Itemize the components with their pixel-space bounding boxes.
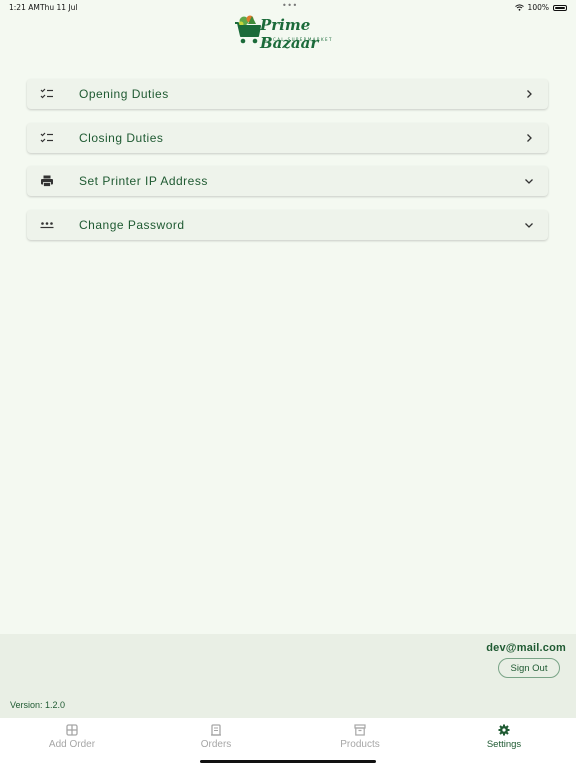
add-order-icon <box>66 724 78 736</box>
status-time: 1:21 AM <box>9 3 40 12</box>
tab-orders[interactable]: Orders <box>144 718 288 758</box>
menu-label: Closing Duties <box>79 131 164 145</box>
chevron-right-icon <box>527 90 532 98</box>
status-right: 100% <box>514 3 567 12</box>
battery-icon <box>553 4 567 11</box>
status-bar: 1:21 AM Thu 11 Jul ••• 100% <box>0 0 576 14</box>
menu-label: Opening Duties <box>79 87 169 101</box>
tab-label: Orders <box>200 739 232 750</box>
app-logo: Prime Bazaar LOCAL SUPERMARKET <box>232 14 344 52</box>
tab-products[interactable]: Products <box>288 718 432 758</box>
tab-label: Products <box>340 739 380 750</box>
menu-closing-duties[interactable]: Closing Duties <box>27 123 548 153</box>
chevron-down-icon <box>525 179 533 184</box>
chevron-right-icon <box>527 134 532 142</box>
tab-label: Settings <box>486 739 522 750</box>
multitasking-dots[interactable]: ••• <box>282 1 298 10</box>
wifi-icon <box>514 4 524 11</box>
printer-icon <box>41 175 53 187</box>
user-email: dev@mail.com <box>486 642 566 654</box>
menu-label: Change Password <box>79 218 185 232</box>
checklist-icon <box>40 88 53 99</box>
menu-set-printer-ip[interactable]: Set Printer IP Address <box>27 166 548 196</box>
products-icon <box>354 724 366 736</box>
menu-opening-duties[interactable]: Opening Duties <box>27 79 548 109</box>
password-icon <box>40 222 54 229</box>
orders-icon <box>211 724 221 736</box>
sign-out-button[interactable]: Sign Out <box>498 658 560 678</box>
home-indicator[interactable] <box>200 760 376 763</box>
tab-label: Add Order <box>48 739 96 750</box>
logo-title: Prime Bazaar <box>260 16 319 52</box>
status-date: Thu 11 Jul <box>40 3 78 12</box>
menu-change-password[interactable]: Change Password <box>27 210 548 240</box>
chevron-down-icon <box>525 223 533 228</box>
checklist-icon <box>40 132 53 143</box>
tab-settings[interactable]: Settings <box>432 718 576 758</box>
account-footer: dev@mail.com Sign Out Version: 1.2.0 <box>0 634 576 718</box>
menu-label: Set Printer IP Address <box>79 174 208 188</box>
settings-icon <box>498 724 510 736</box>
logo-subtitle: LOCAL SUPERMARKET <box>265 37 333 42</box>
tab-add-order[interactable]: Add Order <box>0 718 144 758</box>
battery-percent: 100% <box>527 3 549 12</box>
app-version: Version: 1.2.0 <box>10 700 66 710</box>
